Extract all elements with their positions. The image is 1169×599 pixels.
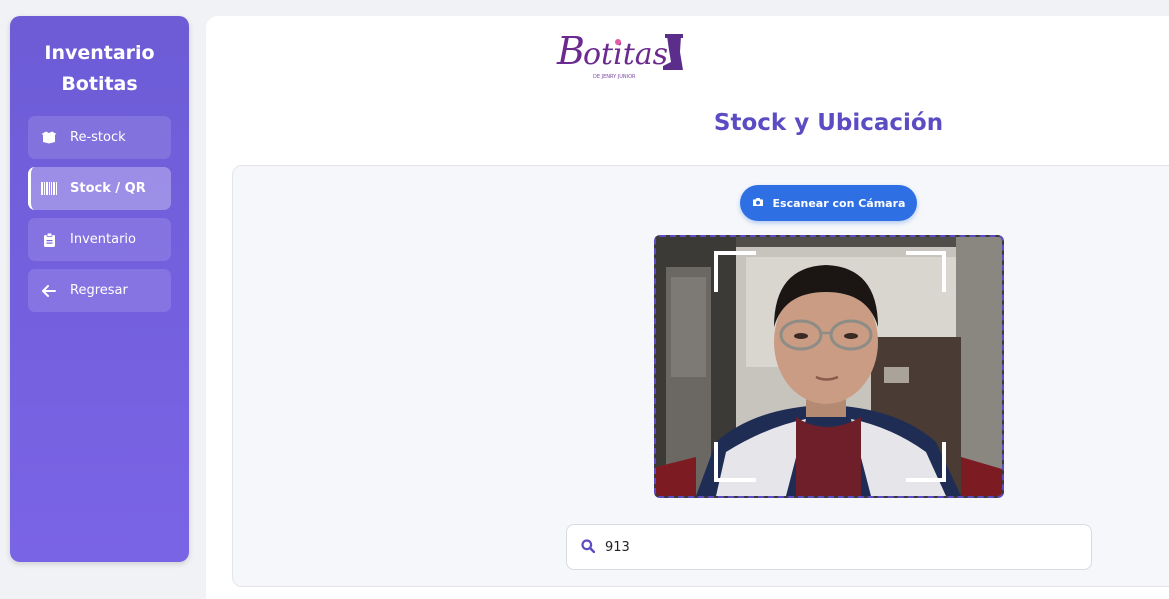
search-bar[interactable] xyxy=(566,524,1092,570)
box-open-icon xyxy=(40,131,58,144)
sidebar-item-label: Inventario xyxy=(70,232,136,247)
sidebar-item-inventario[interactable]: Inventario xyxy=(28,218,171,261)
brand-line-2: Botitas xyxy=(61,73,138,95)
sidebar-item-stock-qr[interactable]: Stock / QR xyxy=(28,167,171,210)
sidebar-nav: Re-stock Stock / QR Inventario Regresar xyxy=(10,116,189,312)
scan-button-label: Escanear con Cámara xyxy=(772,196,906,210)
camera-icon xyxy=(752,197,764,210)
sidebar-item-regresar[interactable]: Regresar xyxy=(28,269,171,312)
sidebar-item-label: Regresar xyxy=(70,283,128,298)
camera-feed-image xyxy=(656,237,1002,496)
app-window: Inventario Botitas Re-stock Stock / QR I… xyxy=(0,0,1169,599)
sidebar-item-label: Re-stock xyxy=(70,130,126,145)
botitas-logo: B otitas DE JENRY JUNIOR xyxy=(555,22,695,82)
sidebar: Inventario Botitas Re-stock Stock / QR I… xyxy=(10,16,189,562)
camera-preview xyxy=(654,235,1004,498)
scan-camera-button[interactable]: Escanear con Cámara xyxy=(740,185,917,221)
clipboard-icon xyxy=(40,232,58,247)
arrow-left-icon xyxy=(40,284,58,297)
barcode-icon xyxy=(40,182,58,195)
sidebar-item-restock[interactable]: Re-stock xyxy=(28,116,171,159)
search-icon xyxy=(581,538,596,557)
sidebar-item-label: Stock / QR xyxy=(70,181,146,196)
search-input[interactable] xyxy=(605,539,1065,555)
svg-text:B: B xyxy=(556,29,585,73)
brand-line-1: Inventario xyxy=(44,42,155,64)
logo-subtext: DE JENRY JUNIOR xyxy=(593,74,636,80)
page-title: Stock y Ubicación xyxy=(713,110,944,136)
logo-text: otitas xyxy=(583,37,668,72)
sidebar-brand: Inventario Botitas xyxy=(10,38,189,100)
